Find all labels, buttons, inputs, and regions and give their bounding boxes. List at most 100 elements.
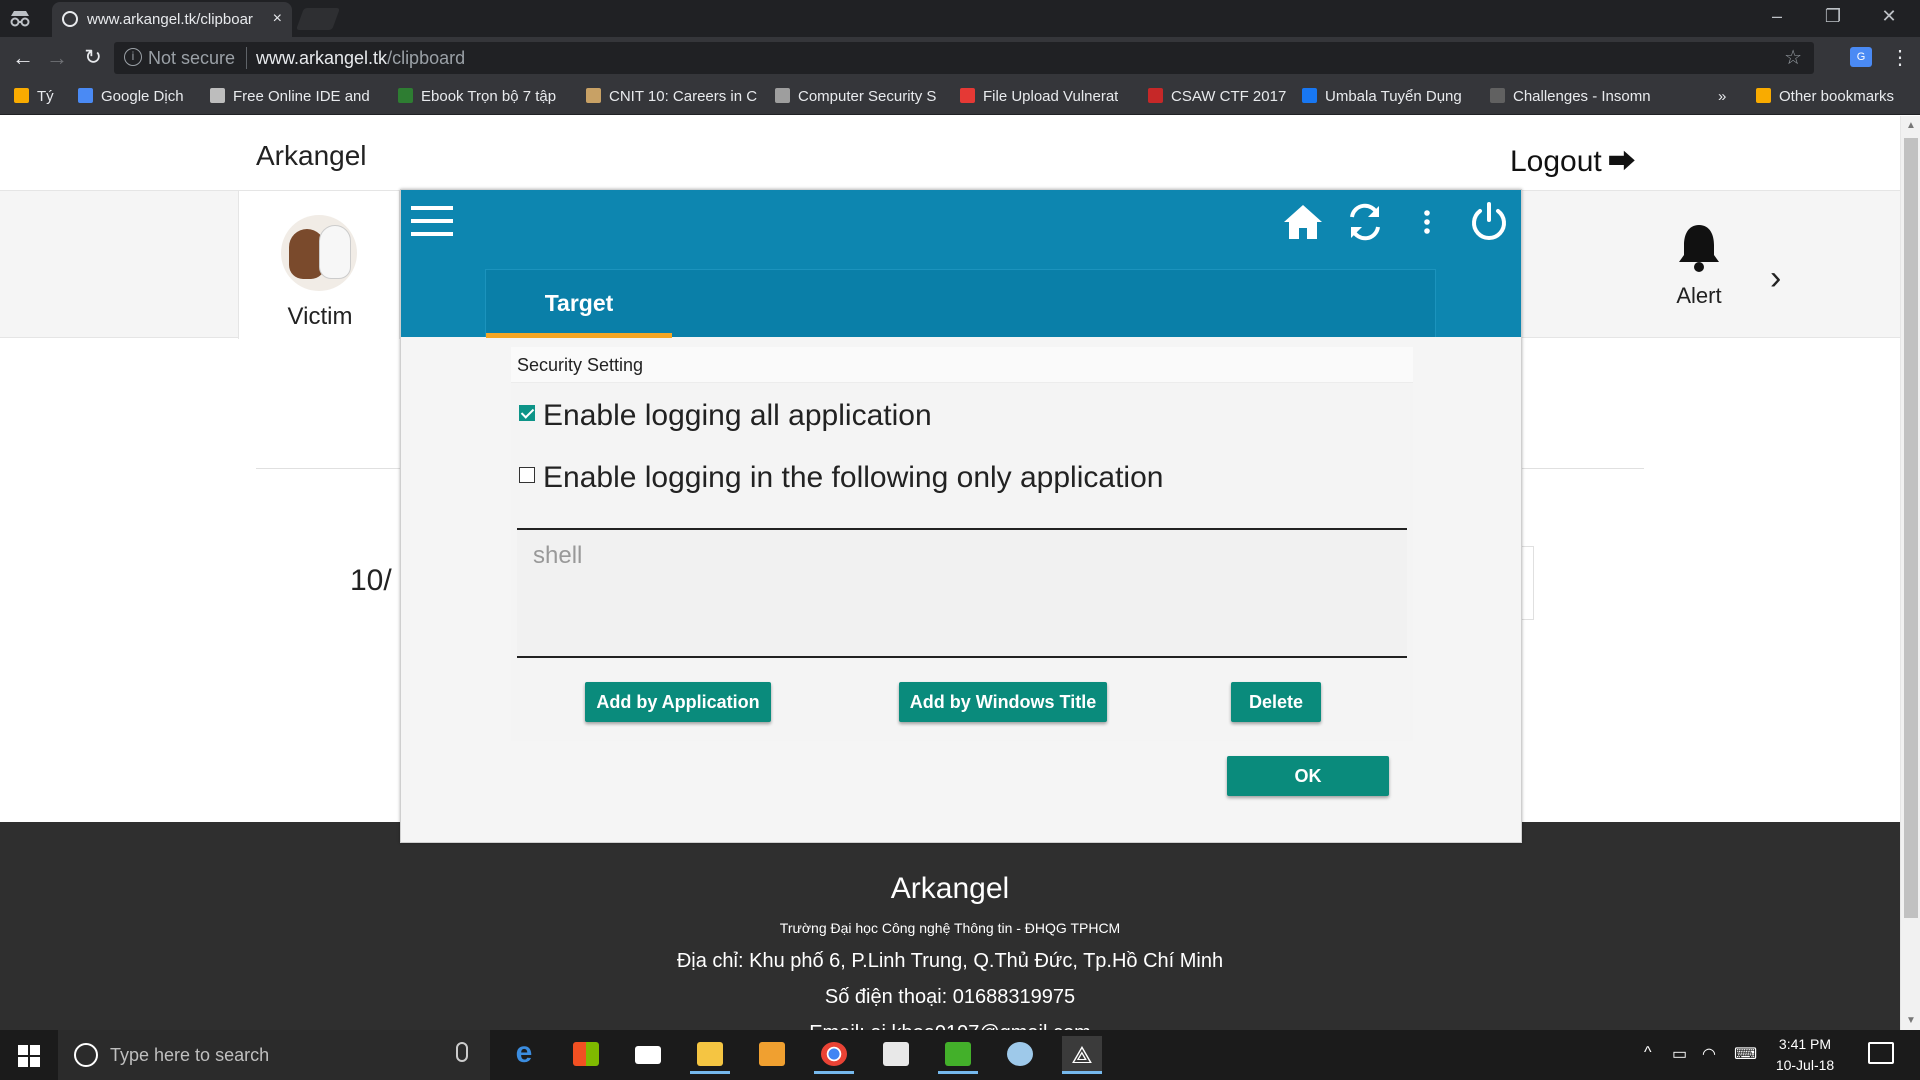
chevron-right-icon[interactable]: › — [1770, 259, 1781, 298]
media-player-icon[interactable] — [752, 1036, 792, 1074]
taskbar-search-box[interactable]: Type here to search — [58, 1030, 490, 1080]
bookmark-item[interactable]: Ebook Trọn bộ 7 tập — [398, 88, 556, 105]
scroll-up-icon[interactable]: ▲ — [1906, 120, 1916, 131]
bookmark-star-icon[interactable]: ☆ — [1784, 45, 1802, 70]
browser-tab-strip: www.arkangel.tk/clipboar × – ❐ ✕ — [0, 0, 1920, 37]
add-by-windows-title-button[interactable]: Add by Windows Title — [899, 682, 1107, 722]
tab-close-icon[interactable]: × — [273, 10, 282, 28]
checkbox-log-all[interactable] — [519, 405, 535, 421]
delete-button[interactable]: Delete — [1231, 682, 1321, 722]
bell-icon[interactable] — [1676, 221, 1722, 273]
victim-label: Victim — [287, 303, 353, 330]
footer-brand: Arkangel — [890, 872, 1010, 905]
bookmark-favicon-icon — [586, 88, 601, 103]
mail-icon[interactable] — [628, 1036, 668, 1074]
reload-icon[interactable]: ↻ — [80, 45, 106, 70]
snipping-tool-icon[interactable] — [876, 1036, 916, 1074]
back-icon[interactable]: ← — [10, 45, 36, 71]
application-list-textarea[interactable] — [517, 528, 1407, 658]
site-brand[interactable]: Arkangel — [256, 140, 367, 172]
incognito-icon — [10, 11, 30, 27]
close-window-icon[interactable]: ✕ — [1874, 6, 1904, 27]
system-clock[interactable]: 3:41 PM 10-Jul-18 — [1770, 1034, 1840, 1076]
page-scrollbar[interactable]: ▲ ▼ — [1900, 116, 1920, 1030]
hamburger-menu-icon[interactable] — [411, 206, 453, 238]
tab-title: www.arkangel.tk/clipboar — [87, 11, 253, 28]
new-tab-button[interactable] — [295, 8, 341, 30]
bookmark-favicon-icon — [210, 88, 225, 103]
more-vert-icon[interactable] — [1405, 200, 1449, 244]
other-bookmarks-folder[interactable]: Other bookmarks — [1756, 88, 1894, 105]
bookmark-item[interactable]: CSAW CTF 2017 — [1148, 88, 1286, 105]
option-log-only-label: Enable logging in the following only app… — [543, 461, 1164, 494]
edge-icon[interactable]: e — [504, 1036, 544, 1074]
url-path: /clipboard — [387, 48, 466, 68]
wifi-icon[interactable]: ◠ — [1702, 1044, 1716, 1064]
clock-date: 10-Jul-18 — [1775, 1057, 1835, 1073]
bookmark-item[interactable]: Umbala Tuyển Dụng — [1302, 88, 1462, 105]
battery-icon[interactable]: ▭ — [1672, 1044, 1687, 1064]
browser-tab-active[interactable]: www.arkangel.tk/clipboar × — [52, 2, 292, 37]
other-bookmarks-label: Other bookmarks — [1779, 88, 1895, 105]
address-bar[interactable]: i Not secure www.arkangel.tk/clipboard ☆ — [114, 42, 1814, 74]
more-bookmarks-button[interactable]: » — [1718, 88, 1726, 105]
option-log-all-label: Enable logging all application — [543, 399, 932, 432]
not-secure-label[interactable]: Not secure — [148, 48, 235, 69]
refresh-icon[interactable] — [1343, 200, 1387, 244]
show-hidden-icons-icon[interactable]: ^ — [1644, 1044, 1652, 1062]
bookmark-item[interactable]: Tý — [14, 88, 54, 105]
file-explorer-icon[interactable] — [690, 1036, 730, 1074]
keyboard-icon[interactable]: ⌨ — [1734, 1044, 1757, 1064]
bookmark-favicon-icon — [1302, 88, 1317, 103]
scroll-down-icon[interactable]: ▼ — [1906, 1015, 1916, 1026]
arkangel-app-icon[interactable]: ⟁ — [1062, 1036, 1102, 1074]
bookmark-favicon-icon — [775, 88, 790, 103]
logout-label: Logout — [1510, 145, 1602, 178]
omnibox-separator — [246, 47, 247, 69]
footer-school: Trường Đại học Công nghệ Thông tin - ĐHQ… — [779, 920, 1121, 936]
checkbox-log-only[interactable] — [519, 467, 535, 483]
victim-card[interactable]: Victim — [238, 191, 400, 339]
windows-taskbar: Type here to search e ⟁ ^ ▭ ◠ ⌨ 3:41 PM … — [0, 1030, 1920, 1080]
footer-email: Email: ai.khoa0197@gmail.com — [0, 1022, 1900, 1030]
bookmark-item[interactable]: Computer Security S — [775, 88, 936, 105]
bookmark-item[interactable]: File Upload Vulnerat — [960, 88, 1118, 105]
bookmark-item[interactable]: CNIT 10: Careers in C — [586, 88, 757, 105]
microphone-icon[interactable] — [456, 1042, 468, 1062]
modal-header: Target — [401, 190, 1521, 338]
tab-target[interactable]: Target — [486, 270, 672, 338]
bookmarks-bar: Tý Google Dịch Free Online IDE and Ebook Tr… — [0, 79, 1920, 115]
site-favicon-icon — [62, 11, 78, 27]
chrome-icon[interactable] — [814, 1036, 854, 1074]
camtasia-icon[interactable] — [938, 1036, 978, 1074]
info-icon[interactable]: i — [124, 48, 142, 66]
cortana-icon[interactable] — [74, 1043, 98, 1067]
google-translate-extension-icon[interactable]: G — [1850, 47, 1872, 67]
action-center-icon[interactable] — [1868, 1042, 1894, 1064]
windows-start-icon[interactable] — [18, 1045, 40, 1067]
bookmark-label: Free Online IDE and — [233, 88, 370, 105]
bookmark-item[interactable]: Free Online IDE and — [210, 88, 370, 105]
bookmark-label: Tý — [37, 88, 54, 105]
browser-menu-icon[interactable]: ⋮ — [1890, 45, 1910, 70]
restore-icon[interactable]: ❐ — [1818, 6, 1848, 27]
url-text[interactable]: www.arkangel.tk/clipboard — [256, 48, 465, 69]
bookmark-item[interactable]: Google Dịch — [78, 88, 184, 105]
paint-icon[interactable] — [1000, 1036, 1040, 1074]
add-by-application-button[interactable]: Add by Application — [585, 682, 771, 722]
security-setting-panel: Security Setting Enable logging all appl… — [511, 347, 1413, 741]
option-log-all[interactable]: Enable logging all application — [519, 399, 932, 433]
bookmark-item[interactable]: Challenges - Insomn — [1490, 88, 1651, 105]
bunny-figure — [319, 225, 351, 279]
power-icon[interactable] — [1467, 200, 1511, 244]
option-log-only[interactable]: Enable logging in the following only app… — [519, 461, 1163, 495]
logout-link[interactable]: Logout ⮕ — [1510, 140, 1636, 180]
forward-icon[interactable]: → — [44, 45, 70, 71]
bookmark-favicon-icon — [1490, 88, 1505, 103]
store-icon[interactable] — [566, 1036, 606, 1074]
home-icon[interactable] — [1281, 200, 1325, 244]
alert-label: Alert — [1676, 283, 1722, 308]
minimize-icon[interactable]: – — [1762, 6, 1792, 27]
scroll-thumb[interactable] — [1904, 138, 1918, 918]
ok-button[interactable]: OK — [1227, 756, 1389, 796]
